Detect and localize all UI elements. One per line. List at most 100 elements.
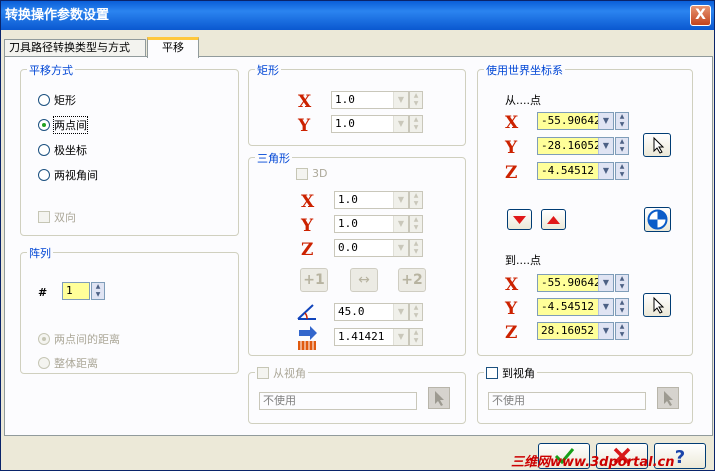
to-x-combo[interactable]: -55.90642 ▼ bbox=[537, 274, 614, 292]
world-coords-group: 使用世界坐标系 从....点 X -55.90642 ▼ ▲ ▼ Y -28.16… bbox=[477, 62, 693, 356]
to-z-spinner[interactable]: ▲ ▼ bbox=[615, 322, 629, 340]
distance-value[interactable]: 1.41421 bbox=[335, 329, 393, 345]
dropdown-arrow-icon[interactable]: ▼ bbox=[393, 192, 408, 208]
from-point-label: 从....点 bbox=[505, 94, 541, 107]
radio-distance-between[interactable]: 两点间的距离 bbox=[38, 331, 120, 347]
to-y-combo[interactable]: -4.54512 ▼ bbox=[537, 298, 614, 316]
from-view-select-icon[interactable] bbox=[428, 387, 450, 409]
distance-spinner[interactable]: ▲ ▼ bbox=[409, 328, 423, 346]
tri-x-combo[interactable]: 1.0 ▼ bbox=[334, 191, 409, 209]
radio-polar[interactable]: 极坐标 bbox=[38, 142, 87, 158]
tri-z-spinner[interactable]: ▲ ▼ bbox=[409, 239, 423, 257]
tri-z-combo[interactable]: 0.0 ▼ bbox=[334, 239, 409, 257]
distance-combo[interactable]: 1.41421 ▼ bbox=[334, 328, 409, 346]
radio-two-views[interactable]: 两视角间 bbox=[38, 167, 98, 183]
to-view-field[interactable]: 不使用 bbox=[488, 392, 646, 410]
dropdown-arrow-icon[interactable]: ▼ bbox=[598, 323, 613, 339]
to-y-spinner[interactable]: ▲ ▼ bbox=[615, 298, 629, 316]
tri-y-spinner[interactable]: ▲ ▼ bbox=[409, 215, 423, 233]
to-z-combo[interactable]: 28.16052 ▼ bbox=[537, 322, 614, 340]
move-up-button[interactable] bbox=[541, 209, 566, 230]
move-down-button[interactable] bbox=[507, 209, 532, 230]
tri-x-value[interactable]: 1.0 bbox=[335, 192, 393, 208]
to-point-select-button[interactable] bbox=[643, 293, 671, 317]
checkbox-box[interactable] bbox=[257, 367, 269, 379]
rect-x-spinner[interactable]: ▲ ▼ bbox=[409, 91, 423, 109]
radio-circle[interactable] bbox=[38, 333, 50, 345]
triangle-title: 三角形 bbox=[255, 150, 292, 166]
bidirectional-checkbox[interactable]: 双向 bbox=[38, 209, 76, 225]
cursor-arrow-icon bbox=[653, 136, 665, 154]
window-title: 转换操作参数设置 bbox=[5, 8, 110, 23]
to-y-value[interactable]: -4.54512 bbox=[538, 299, 598, 315]
from-point-select-button[interactable] bbox=[643, 133, 671, 157]
to-view-select-icon[interactable] bbox=[657, 387, 679, 409]
from-y-value[interactable]: -28.16052 bbox=[538, 138, 598, 154]
dropdown-arrow-icon[interactable]: ▼ bbox=[393, 216, 408, 232]
close-button[interactable]: X bbox=[690, 5, 711, 26]
angle-spinner[interactable]: ▲ ▼ bbox=[409, 303, 423, 321]
tri-x-spinner[interactable]: ▲ ▼ bbox=[409, 191, 423, 209]
rect-y-value[interactable]: 1.0 bbox=[332, 116, 393, 132]
from-y-spinner[interactable]: ▲ ▼ bbox=[615, 137, 629, 155]
radio-circle[interactable] bbox=[38, 169, 50, 181]
rect-y-combo[interactable]: 1.0 ▼ bbox=[331, 115, 409, 133]
radio-circle[interactable] bbox=[38, 94, 50, 106]
angle-value[interactable]: 45.0 bbox=[335, 304, 393, 320]
radio-total-distance[interactable]: 整体距离 bbox=[38, 355, 98, 371]
tri-y-combo[interactable]: 1.0 ▼ bbox=[334, 215, 409, 233]
to-view-checkbox[interactable]: 到视角 bbox=[484, 365, 537, 381]
array-count-spinner[interactable]: ▲ ▼ bbox=[91, 282, 105, 300]
dropdown-arrow-icon[interactable]: ▼ bbox=[393, 92, 408, 108]
three-d-checkbox[interactable]: 3D bbox=[296, 167, 327, 180]
rect-x-value[interactable]: 1.0 bbox=[332, 92, 393, 108]
array-count-value[interactable]: 1 bbox=[63, 283, 89, 299]
radio-circle[interactable] bbox=[38, 119, 50, 131]
from-view-field[interactable]: 不使用 bbox=[259, 392, 417, 410]
from-x-value[interactable]: -55.90642 bbox=[538, 113, 598, 129]
dropdown-arrow-icon[interactable]: ▼ bbox=[393, 329, 408, 345]
plus-one-button[interactable]: +1 bbox=[300, 268, 328, 292]
from-x-spinner[interactable]: ▲ ▼ bbox=[615, 112, 629, 130]
from-z-value[interactable]: -4.54512 bbox=[538, 163, 598, 179]
radio-circle[interactable] bbox=[38, 357, 50, 369]
stretch-button[interactable]: ↔ bbox=[350, 268, 378, 292]
to-z-label: Z bbox=[505, 323, 518, 343]
checkbox-box[interactable] bbox=[38, 211, 50, 223]
radio-two-points[interactable]: 两点间 bbox=[38, 116, 88, 134]
from-z-spinner[interactable]: ▲ ▼ bbox=[615, 162, 629, 180]
dropdown-arrow-icon[interactable]: ▼ bbox=[393, 240, 408, 256]
swap-points-button[interactable] bbox=[644, 207, 671, 232]
dropdown-arrow-icon[interactable]: ▼ bbox=[393, 116, 408, 132]
checkbox-box[interactable] bbox=[486, 367, 498, 379]
tab-toolpath-transform-type[interactable]: 刀具路径转换类型与方式 bbox=[4, 39, 146, 57]
from-view-checkbox[interactable]: 从视角 bbox=[255, 365, 308, 381]
radio-label: 整体距离 bbox=[54, 357, 98, 370]
to-x-value[interactable]: -55.90642 bbox=[538, 275, 598, 291]
from-x-combo[interactable]: -55.90642 ▼ bbox=[537, 112, 614, 130]
to-y-label: Y bbox=[505, 299, 518, 319]
radio-label: 矩形 bbox=[54, 94, 76, 107]
rect-x-combo[interactable]: 1.0 ▼ bbox=[331, 91, 409, 109]
checkbox-box[interactable] bbox=[296, 167, 308, 180]
radio-rectangle[interactable]: 矩形 bbox=[38, 92, 76, 108]
from-y-combo[interactable]: -28.16052 ▼ bbox=[537, 137, 614, 155]
rect-y-spinner[interactable]: ▲ ▼ bbox=[409, 115, 423, 133]
dropdown-arrow-icon[interactable]: ▼ bbox=[598, 113, 613, 129]
tri-y-value[interactable]: 1.0 bbox=[335, 216, 393, 232]
dropdown-arrow-icon[interactable]: ▼ bbox=[598, 138, 613, 154]
to-z-value[interactable]: 28.16052 bbox=[538, 323, 598, 339]
tri-z-value[interactable]: 0.0 bbox=[335, 240, 393, 256]
dropdown-arrow-icon[interactable]: ▼ bbox=[598, 299, 613, 315]
from-z-combo[interactable]: -4.54512 ▼ bbox=[537, 162, 614, 180]
array-count-input[interactable]: 1 bbox=[62, 282, 90, 300]
angle-combo[interactable]: 45.0 ▼ bbox=[334, 303, 409, 321]
tab-translate[interactable]: 平移 bbox=[147, 37, 199, 58]
plus-two-button[interactable]: +2 bbox=[398, 268, 426, 292]
dialog-window: 转换操作参数设置 X 刀具路径转换类型与方式 平移 平移方式 矩形 两点间 极坐… bbox=[0, 0, 715, 471]
radio-circle[interactable] bbox=[38, 144, 50, 156]
to-x-spinner[interactable]: ▲ ▼ bbox=[615, 274, 629, 292]
dropdown-arrow-icon[interactable]: ▼ bbox=[598, 163, 613, 179]
dropdown-arrow-icon[interactable]: ▼ bbox=[598, 275, 613, 291]
dropdown-arrow-icon[interactable]: ▼ bbox=[393, 304, 408, 320]
